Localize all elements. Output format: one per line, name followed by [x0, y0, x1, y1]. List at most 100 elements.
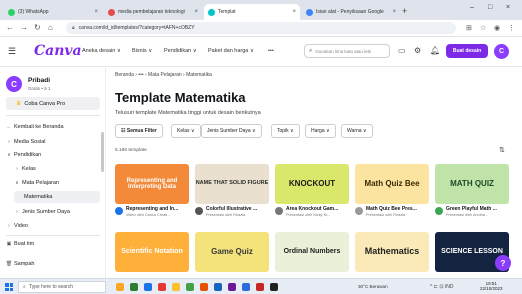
- template-author: Presentasi oleh Nicky Kr...: [286, 213, 331, 217]
- sidebar-item-buat-tim[interactable]: ▣ Buat tim: [4, 238, 104, 250]
- template-thumbnail[interactable]: KNOCKOUT: [275, 164, 349, 204]
- template-thumbnail[interactable]: NAME THAT SOLID FIGURE: [195, 164, 269, 204]
- template-thumbnail[interactable]: Mathematics: [355, 232, 429, 272]
- template-search-input[interactable]: ⌕ Gunakan lima kata atau lebi: [304, 44, 390, 58]
- system-tray[interactable]: ^ ⊏ ⊡ IND: [430, 284, 454, 290]
- nav-pendidikan[interactable]: Pendidikan ∨: [164, 48, 197, 54]
- sidebar-item-jenis-sumber-daya[interactable]: › Jenis Sumber Daya: [12, 206, 112, 218]
- filter-warna[interactable]: Warna ∨: [341, 124, 373, 138]
- hamburger-menu-icon[interactable]: ☰: [8, 46, 16, 57]
- clock-date: 22/10/2023: [480, 286, 503, 292]
- nav-aneka-desain[interactable]: Aneka desain ∨: [82, 48, 121, 54]
- url-field[interactable]: 🔒︎ canva.com/id_id/templates/?category=t…: [66, 22, 456, 34]
- template-card[interactable]: NAME THAT SOLID FIGURE Colorful Illustra…: [195, 164, 269, 222]
- help-button[interactable]: ?: [495, 255, 511, 271]
- windows-start-icon[interactable]: [5, 283, 13, 291]
- taskbar-app-icon[interactable]: [172, 283, 180, 291]
- template-card[interactable]: Ordinal Numbers: [275, 232, 349, 272]
- template-card[interactable]: MATH QUIZ Green Playful Math ... Present…: [435, 164, 509, 222]
- template-thumbnail[interactable]: Representing and Interpreting Data: [115, 164, 189, 204]
- taskbar-app-icon[interactable]: [186, 283, 194, 291]
- translate-icon[interactable]: ⊞: [466, 24, 472, 32]
- creator-avatar: [355, 207, 363, 215]
- star-icon[interactable]: ☆: [480, 24, 486, 32]
- create-design-button[interactable]: Buat desain: [446, 44, 488, 58]
- browser-tab-media[interactable]: media pembelajaran teknologi ×: [104, 4, 202, 20]
- close-icon[interactable]: ×: [91, 9, 98, 15]
- breadcrumb[interactable]: Beranda › ••• › Mata Pelajaran › Matemat…: [115, 72, 212, 78]
- template-card[interactable]: Scientific Notation: [115, 232, 189, 272]
- back-arrow-icon[interactable]: ←: [6, 23, 14, 32]
- close-icon[interactable]: ×: [191, 9, 198, 15]
- sidebar-avatar[interactable]: C: [6, 76, 22, 92]
- url-text: canva.com/id_id/templates/?category=tAFN…: [78, 25, 195, 31]
- new-tab-button[interactable]: +: [402, 6, 407, 16]
- taskbar-search-input[interactable]: ⌕ Type here to search: [18, 281, 106, 293]
- taskbar-app-icon[interactable]: [228, 283, 236, 291]
- weather-widget[interactable]: 30°C Berawan: [358, 284, 388, 289]
- sidebar-item-media-sosial[interactable]: › Media Sosial: [4, 136, 104, 148]
- taskbar-app-icon[interactable]: [144, 283, 152, 291]
- taskbar-app-icon[interactable]: [200, 283, 208, 291]
- sidebar-item-sampah[interactable]: 🗑 Sampah: [4, 258, 104, 270]
- nav-more[interactable]: •••: [268, 48, 274, 54]
- sidebar-item-mata-pelajaran[interactable]: ∨ Mata Pelajaran: [12, 177, 112, 189]
- sort-icon[interactable]: ⇅: [499, 146, 505, 154]
- clock[interactable]: 19:51 22/10/2023: [480, 281, 503, 292]
- nav-bisnis[interactable]: Bisnis ∨: [132, 48, 152, 54]
- sidebar-item-kelas[interactable]: › Kelas: [12, 163, 112, 175]
- forward-arrow-icon[interactable]: →: [20, 23, 28, 32]
- browser-tab-whatsapp[interactable]: (3) WhatsApp ×: [4, 4, 102, 20]
- menu-dots-icon[interactable]: ⋮: [508, 24, 515, 32]
- avatar[interactable]: C: [494, 44, 509, 59]
- taskbar-app-icon[interactable]: [242, 283, 250, 291]
- bell-icon[interactable]: 🔔︎: [430, 46, 440, 55]
- nav-paket-harga[interactable]: Paket dan harga ∨: [208, 48, 254, 54]
- browser-tab-google[interactable]: Isian alat - Penyiksaan Google ×: [302, 4, 400, 20]
- filter-kelas[interactable]: Kelas ∨: [171, 124, 201, 138]
- template-card[interactable]: Game Quiz: [195, 232, 269, 272]
- template-card[interactable]: Math Quiz Bee Math Quiz Bee Pres... Pres…: [355, 164, 429, 222]
- taskbar-app-icon[interactable]: [256, 283, 264, 291]
- taskbar-app-icon[interactable]: [214, 283, 222, 291]
- taskbar-app-icon[interactable]: [270, 283, 278, 291]
- browser-tab-templat[interactable]: Templat ×: [204, 4, 300, 20]
- home-icon[interactable]: ⌂: [48, 23, 53, 32]
- taskbar-app-icon[interactable]: [130, 283, 138, 291]
- sidebar-item-video[interactable]: › Video: [4, 220, 104, 232]
- sidebar-item-pendidikan[interactable]: ∨ Pendidikan: [4, 149, 104, 161]
- filter-jenis-sumber-daya[interactable]: Jenis Sumber Daya ∨: [201, 124, 262, 138]
- close-icon[interactable]: ×: [389, 9, 396, 15]
- creator-avatar: [435, 207, 443, 215]
- window-close-button[interactable]: ×: [506, 4, 510, 11]
- sidebar-item-matematika[interactable]: Matematika: [14, 191, 100, 203]
- template-thumbnail[interactable]: MATH QUIZ: [435, 164, 509, 204]
- taskbar-app-icon[interactable]: [116, 283, 124, 291]
- monitor-icon[interactable]: ▭: [398, 46, 406, 55]
- template-thumbnail[interactable]: Ordinal Numbers: [275, 232, 349, 272]
- reload-icon[interactable]: ↻: [34, 23, 41, 32]
- try-pro-button[interactable]: ♛ Coba Canva Pro: [6, 97, 100, 110]
- all-filters-button[interactable]: ☷ Semua Filter: [115, 124, 163, 138]
- creator-avatar: [115, 207, 123, 215]
- sidebar-item-back-home[interactable]: ← Kembali ke Beranda: [4, 121, 104, 133]
- template-card[interactable]: Mathematics: [355, 232, 429, 272]
- taskbar-app-icon[interactable]: [158, 283, 166, 291]
- profile-icon[interactable]: ◉: [494, 24, 500, 32]
- address-bar-row: ← → ↻ ⌂ 🔒︎ canva.com/id_id/templates/?ca…: [0, 20, 522, 37]
- template-thumbnail[interactable]: Math Quiz Bee: [355, 164, 429, 204]
- template-thumbnail[interactable]: Game Quiz: [195, 232, 269, 272]
- canva-logo[interactable]: Canva: [34, 43, 82, 59]
- template-thumbnail[interactable]: Scientific Notation: [115, 232, 189, 272]
- page-subtitle: Telusuri template Matematika tinggi untu…: [115, 110, 261, 116]
- template-card[interactable]: KNOCKOUT Area Knockout Gam... Presentasi…: [275, 164, 349, 222]
- gear-icon[interactable]: ⚙: [414, 46, 421, 55]
- template-card[interactable]: Representing and Interpreting Data Repre…: [115, 164, 189, 222]
- minimize-button[interactable]: –: [470, 4, 474, 11]
- maximize-button[interactable]: □: [488, 4, 492, 11]
- tab-label: Isian alat - Penyiksaan Google: [316, 9, 384, 15]
- filter-topik[interactable]: Topik ∨: [271, 124, 300, 138]
- sidebar-scrollbar[interactable]: [101, 132, 104, 172]
- close-icon[interactable]: ×: [289, 9, 296, 15]
- filter-harga[interactable]: Harga ∨: [305, 124, 336, 138]
